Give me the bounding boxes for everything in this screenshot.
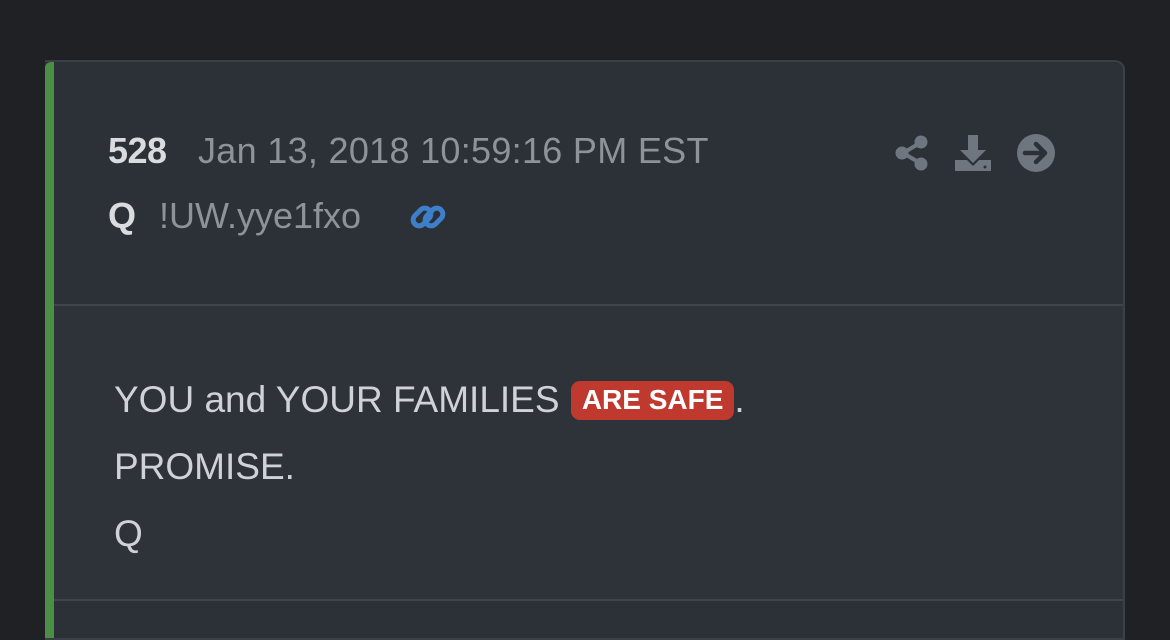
post-body-line-2: PROMISE. (114, 446, 295, 487)
post-body-line-3: Q (114, 513, 143, 554)
arrow-circle-right-icon[interactable] (1015, 132, 1057, 174)
download-icon[interactable] (952, 132, 994, 174)
post-accent-bar (45, 62, 54, 638)
post-body-line-1: YOU and YOUR FAMILIES ARE SAFE. (114, 379, 745, 421)
post-number: 528 (108, 130, 167, 171)
post-card: 528 Jan 13, 2018 10:59:16 PM EST Q !UW.y… (45, 60, 1125, 640)
post-body: YOU and YOUR FAMILIES ARE SAFE. PROMISE.… (54, 306, 1123, 601)
post-text-segment: . (734, 379, 745, 420)
author-tripcode: !UW.yye1fxo (159, 195, 362, 236)
post-timestamp: Jan 13, 2018 10:59:16 PM EST (198, 130, 709, 171)
post-text-segment: YOU and YOUR FAMILIES (114, 379, 570, 420)
highlight-badge: ARE SAFE (570, 381, 735, 420)
author-name: Q (108, 195, 137, 236)
link-icon[interactable] (407, 196, 449, 238)
share-icon[interactable] (891, 132, 933, 174)
post-header: 528 Jan 13, 2018 10:59:16 PM EST Q !UW.y… (54, 62, 1123, 306)
